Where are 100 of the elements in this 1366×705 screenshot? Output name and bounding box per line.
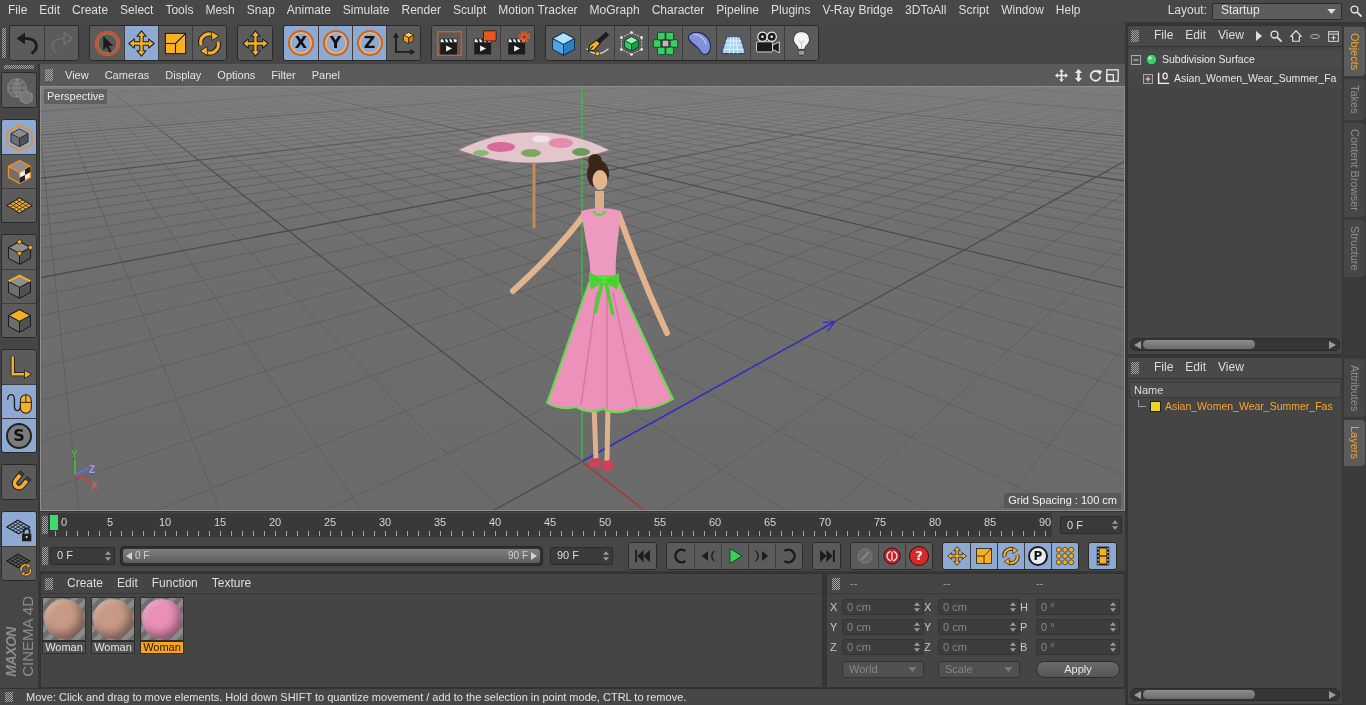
cloner-button[interactable] [648, 26, 682, 60]
menu-item[interactable]: 3DToAll [899, 0, 953, 22]
playhead-marker[interactable] [50, 515, 58, 530]
menu-item[interactable]: Edit [33, 0, 67, 22]
align-workplane-button[interactable] [2, 546, 36, 580]
menu-item[interactable]: View [1212, 358, 1250, 378]
menu-item[interactable]: File [1148, 26, 1180, 46]
scroll-right-icon[interactable] [1329, 340, 1336, 349]
rotation-key-button[interactable] [997, 542, 1024, 569]
menu-item[interactable]: Create [66, 0, 115, 22]
next-key-button[interactable] [775, 542, 802, 569]
layer-row[interactable]: Asian_Women_Wear_Summer_Fas [1128, 398, 1342, 414]
ellipse-icon[interactable] [1309, 33, 1320, 39]
horizontal-scrollbar[interactable] [1130, 688, 1340, 701]
menu-item[interactable]: View [57, 64, 97, 86]
tweak-mode-button[interactable] [2, 384, 36, 418]
position-key-button[interactable] [943, 542, 970, 569]
rotate-arrow-icon[interactable] [1089, 68, 1102, 82]
point-level-button[interactable] [1051, 542, 1078, 569]
grip-icon[interactable] [45, 577, 53, 590]
go-to-start-button[interactable] [629, 542, 656, 569]
scroll-right-icon[interactable] [1329, 690, 1336, 699]
scale-key-button[interactable] [970, 542, 997, 569]
minus-box-icon[interactable] [1131, 54, 1141, 65]
up-down-arrows-icon[interactable] [1072, 68, 1085, 82]
rotate-tool-button[interactable] [192, 26, 226, 60]
search-icon[interactable] [1350, 5, 1362, 17]
parameter-key-button[interactable]: P [1024, 542, 1051, 569]
arrow-icon[interactable] [1255, 31, 1262, 41]
menu-item[interactable]: Function [144, 574, 205, 593]
maximize-icon[interactable] [1106, 68, 1119, 82]
menu-item[interactable]: Sculpt [446, 0, 493, 22]
horizontal-scrollbar[interactable] [1130, 338, 1340, 351]
menu-item[interactable]: Character [645, 0, 711, 22]
menu-item[interactable]: Mesh [199, 0, 241, 22]
axis-lock-button[interactable]: Y [318, 26, 352, 60]
grip-icon[interactable] [42, 546, 48, 565]
menu-item[interactable]: Window [995, 0, 1050, 22]
lock-workplane-button[interactable] [2, 512, 36, 546]
viewport-canvas[interactable]: Perspective Y Z X Grid Spacing : 100 cm [40, 86, 1125, 511]
scroll-left-icon[interactable] [1134, 690, 1141, 699]
pan-arrows-icon[interactable] [1055, 68, 1068, 82]
spinner-icon[interactable] [105, 550, 111, 561]
render-picture-button[interactable] [466, 26, 500, 60]
menu-item[interactable]: Texture [204, 574, 259, 593]
timeline-window-button[interactable] [1089, 542, 1116, 569]
menu-item[interactable]: Help [1049, 0, 1087, 22]
menu-item[interactable]: Create [60, 574, 111, 593]
recent-tools-button[interactable] [238, 26, 272, 60]
grip-icon[interactable] [42, 516, 48, 534]
menu-item[interactable]: Motion Tracker [492, 0, 584, 22]
coordinate-system-button[interactable] [386, 26, 420, 60]
spinner-icon[interactable] [1112, 520, 1118, 530]
menu-item[interactable]: Edit [110, 574, 145, 593]
selection-tool-button[interactable] [90, 26, 124, 60]
grip-icon[interactable] [45, 69, 53, 81]
menu-item[interactable]: Filter [263, 64, 304, 86]
menu-item[interactable]: Pipeline [710, 0, 766, 22]
right-triangle-icon[interactable] [531, 551, 537, 560]
menu-item[interactable]: File [2, 0, 34, 22]
menu-item[interactable]: View [1212, 26, 1250, 46]
scrollbar-thumb[interactable] [1143, 690, 1255, 699]
grip-icon[interactable] [1131, 362, 1139, 374]
grip-icon[interactable] [2, 28, 6, 58]
menu-item[interactable]: Simulate [336, 0, 396, 22]
menu-item[interactable]: Snap [240, 0, 281, 22]
left-triangle-icon[interactable] [126, 551, 132, 560]
grip-icon[interactable] [1131, 30, 1139, 42]
axis-lock-button[interactable]: X [284, 26, 318, 60]
start-frame-field[interactable]: 0 F [50, 546, 115, 565]
menu-item[interactable]: Render [395, 0, 447, 22]
menu-item[interactable]: Options [209, 64, 264, 86]
menu-item[interactable]: Animate [280, 0, 337, 22]
menu-item[interactable]: Script [952, 0, 996, 22]
layout-dropdown[interactable]: Startup [1212, 2, 1342, 20]
grip-icon[interactable] [4, 65, 34, 69]
move-tool-button[interactable] [124, 26, 158, 60]
menu-item[interactable]: Edit [1179, 358, 1213, 378]
menu-item[interactable]: Edit [1179, 26, 1213, 46]
menu-item[interactable]: Display [157, 64, 210, 86]
grip-icon[interactable] [5, 692, 13, 702]
menu-item[interactable]: Select [114, 0, 160, 22]
snap-button[interactable] [2, 465, 36, 499]
go-to-end-button[interactable] [813, 542, 840, 569]
menu-item[interactable]: Tools [159, 0, 200, 22]
workplane-mode-button[interactable] [2, 188, 36, 222]
polygons-mode-button[interactable] [2, 303, 36, 337]
spinner-icon[interactable] [603, 550, 609, 561]
scroll-left-icon[interactable] [1134, 340, 1141, 349]
home-icon[interactable] [1289, 30, 1302, 42]
menu-item[interactable]: Cameras [96, 64, 158, 86]
solo-button[interactable]: S [2, 418, 36, 452]
menu-item[interactable]: File [1148, 358, 1180, 378]
render-settings-button[interactable] [500, 26, 534, 60]
keyframe-selection-button[interactable]: ? [905, 542, 932, 569]
menu-item[interactable]: Plugins [765, 0, 817, 22]
menu-item[interactable]: MoGraph [583, 0, 646, 22]
grip-icon[interactable] [832, 577, 840, 590]
plus-box-icon[interactable] [1143, 73, 1153, 84]
light-button[interactable] [784, 26, 818, 60]
